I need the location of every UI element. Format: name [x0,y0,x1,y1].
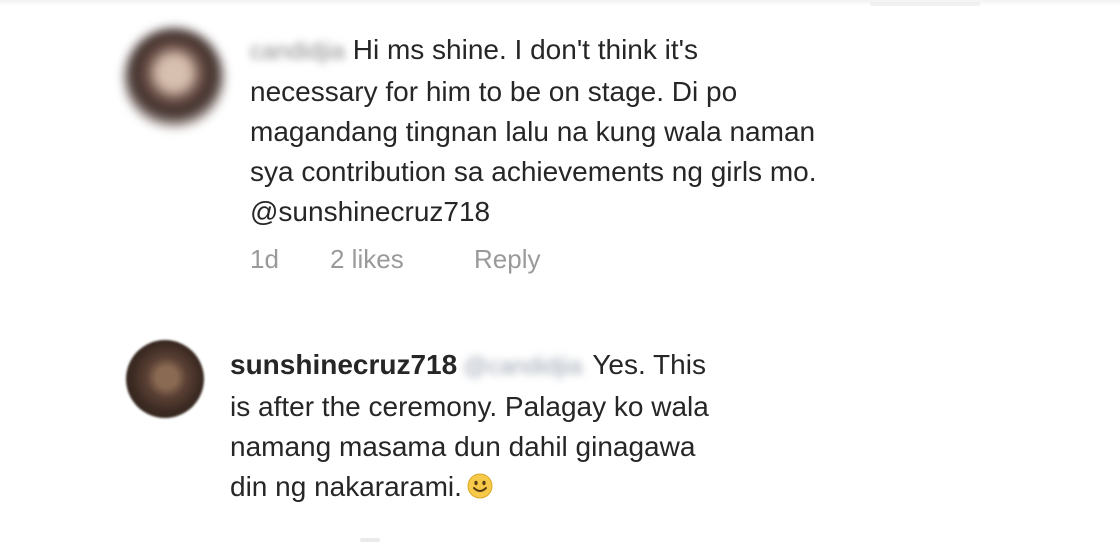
comment-line: namang masama dun dahil ginagawa [230,431,696,462]
comment-line: magandang tingnan lalu na kung wala nama… [250,116,816,147]
comment-line: Yes. This [592,349,706,380]
likes-count[interactable]: 2 likes [330,244,474,275]
mention-link[interactable]: @sunshinecruz718 [250,196,490,227]
bottom-divider [360,538,380,542]
avatar[interactable] [126,340,204,418]
avatar[interactable] [124,28,224,128]
reply-button[interactable]: Reply [474,244,540,275]
smiley-icon [467,473,493,499]
username[interactable]: sunshinecruz718 [230,349,457,380]
comment-text: candidjia Hi ms shine. I don't think it's… [250,30,970,232]
comment-meta: 1d 2 likes Reply [250,244,540,275]
comment-text: sunshinecruz718 @candidjia Yes. This is af… [230,345,830,507]
comment-line: din ng nakararami. [230,471,462,502]
comment-line: sya contribution sa achievements ng girl… [250,156,817,187]
comment-line: Hi ms shine. I don't think it's [352,34,699,65]
comment-line: necessary for him to be on stage. Di po [250,76,738,107]
username-blurred[interactable]: candidjia [250,32,345,72]
top-divider [870,2,980,6]
timestamp: 1d [250,244,279,274]
mention-blurred[interactable]: @candidjia [463,347,582,387]
comment-line: is after the ceremony. Palagay ko wala [230,391,709,422]
